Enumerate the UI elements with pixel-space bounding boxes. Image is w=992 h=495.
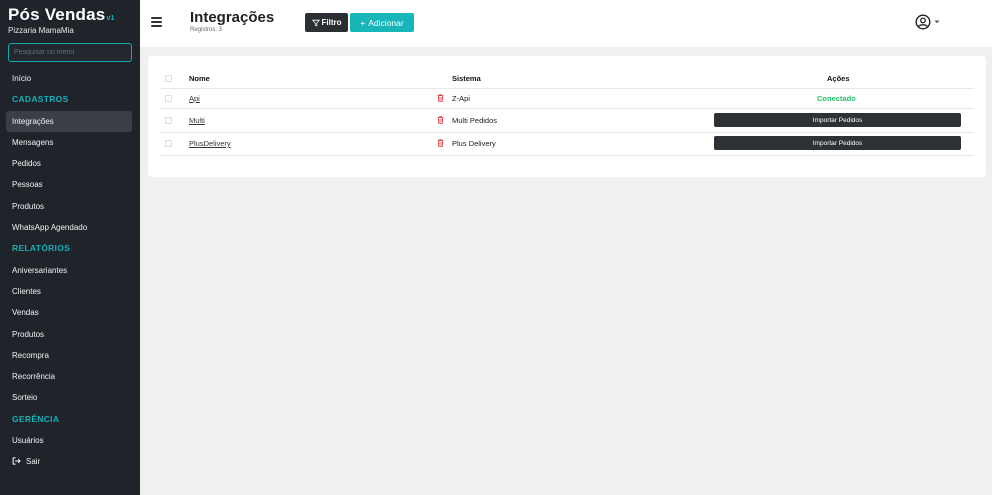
- sidebar-item-pessoas[interactable]: Pessoas: [6, 174, 132, 195]
- row-name-link[interactable]: Api: [189, 94, 200, 103]
- sidebar-item-whatsapp-agendado[interactable]: WhatsApp Agendado: [6, 217, 132, 238]
- sidebar-item-sorteio[interactable]: Sorteio: [6, 387, 132, 408]
- add-button[interactable]: + Adicionar: [350, 13, 414, 32]
- section-relatorios: RELATÓRIOS: [12, 243, 71, 254]
- sidebar-item-pedidos[interactable]: Pedidos: [6, 153, 132, 174]
- divider: [160, 88, 974, 89]
- integrations-card: Nome Sistema Ações Api Z-Api Conectado M…: [148, 56, 986, 177]
- sidebar-item-aniversariantes[interactable]: Aniversariantes: [6, 260, 132, 281]
- row-system: Plus Delivery: [452, 139, 496, 148]
- brand-version: v1: [106, 15, 115, 22]
- divider: [160, 132, 974, 133]
- sidebar-nav: Início CADASTROS Integrações Mensagens P…: [0, 68, 140, 473]
- page-title: Integrações: [190, 9, 275, 26]
- sidebar-item-produtos-relatorio[interactable]: Produtos: [6, 324, 132, 345]
- row-name-link[interactable]: Multi: [189, 116, 205, 125]
- import-orders-button[interactable]: Importar Pedidos: [714, 113, 961, 127]
- sidebar: Pós Vendasv1 Pizzaria MamaMia Início CAD…: [0, 0, 140, 495]
- top-header: Integrações Registros: 3 Filtro + Adicio…: [140, 0, 992, 47]
- column-header-sistema: Sistema: [452, 74, 481, 83]
- divider: [160, 108, 974, 109]
- company-name: Pizzaria MamaMia: [8, 26, 74, 35]
- sidebar-item-recompra[interactable]: Recompra: [6, 345, 132, 366]
- row-system: Multi Pedidos: [452, 116, 498, 125]
- sidebar-item-inicio[interactable]: Início: [6, 68, 132, 89]
- trash-icon[interactable]: [437, 116, 444, 124]
- divider: [160, 155, 974, 156]
- logout-label: Sair: [26, 457, 41, 467]
- sidebar-item-mensagens[interactable]: Mensagens: [6, 132, 132, 153]
- filter-icon: [311, 19, 320, 26]
- trash-icon[interactable]: [437, 139, 444, 147]
- user-avatar-icon: [915, 14, 931, 30]
- status-badge: Conectado: [817, 94, 856, 103]
- import-orders-button[interactable]: Importar Pedidos: [714, 136, 961, 150]
- brand-name: Pós Vendas: [8, 5, 106, 24]
- hamburger-menu-icon[interactable]: [151, 17, 162, 27]
- column-header-nome: Nome: [189, 74, 210, 83]
- sidebar-item-integracoes[interactable]: Integrações: [6, 110, 132, 132]
- sidebar-item-clientes[interactable]: Clientes: [6, 281, 132, 302]
- sidebar-item-recorrencia[interactable]: Recorrência: [6, 366, 132, 387]
- row-checkbox[interactable]: [165, 95, 172, 102]
- row-checkbox[interactable]: [165, 140, 172, 147]
- records-count: Registros: 3: [190, 27, 223, 33]
- brand-title: Pós Vendasv1: [8, 5, 115, 25]
- sidebar-item-sair[interactable]: Sair: [6, 451, 132, 472]
- sidebar-item-produtos[interactable]: Produtos: [6, 196, 132, 217]
- section-cadastros: CADASTROS: [12, 94, 69, 105]
- trash-icon[interactable]: [437, 94, 444, 102]
- select-all-checkbox[interactable]: [165, 75, 172, 82]
- filter-button[interactable]: Filtro: [305, 13, 348, 32]
- chevron-down-icon: [934, 20, 940, 24]
- column-header-acoes: Ações: [827, 74, 850, 83]
- sidebar-item-usuarios[interactable]: Usuários: [6, 430, 132, 451]
- row-system: Z-Api: [452, 94, 470, 103]
- user-menu[interactable]: [915, 14, 940, 30]
- row-name-link[interactable]: PlusDelivery: [189, 139, 231, 148]
- section-gerencia: GERÊNCIA: [12, 413, 60, 424]
- add-label: Adicionar: [368, 17, 404, 28]
- sidebar-item-vendas[interactable]: Vendas: [6, 302, 132, 323]
- plus-icon: +: [360, 17, 366, 28]
- menu-search-input[interactable]: [8, 43, 132, 62]
- logout-icon: [12, 457, 21, 465]
- filter-label: Filtro: [321, 18, 342, 27]
- brand: Pós Vendasv1 Pizzaria MamaMia: [8, 5, 115, 35]
- row-checkbox[interactable]: [165, 117, 172, 124]
